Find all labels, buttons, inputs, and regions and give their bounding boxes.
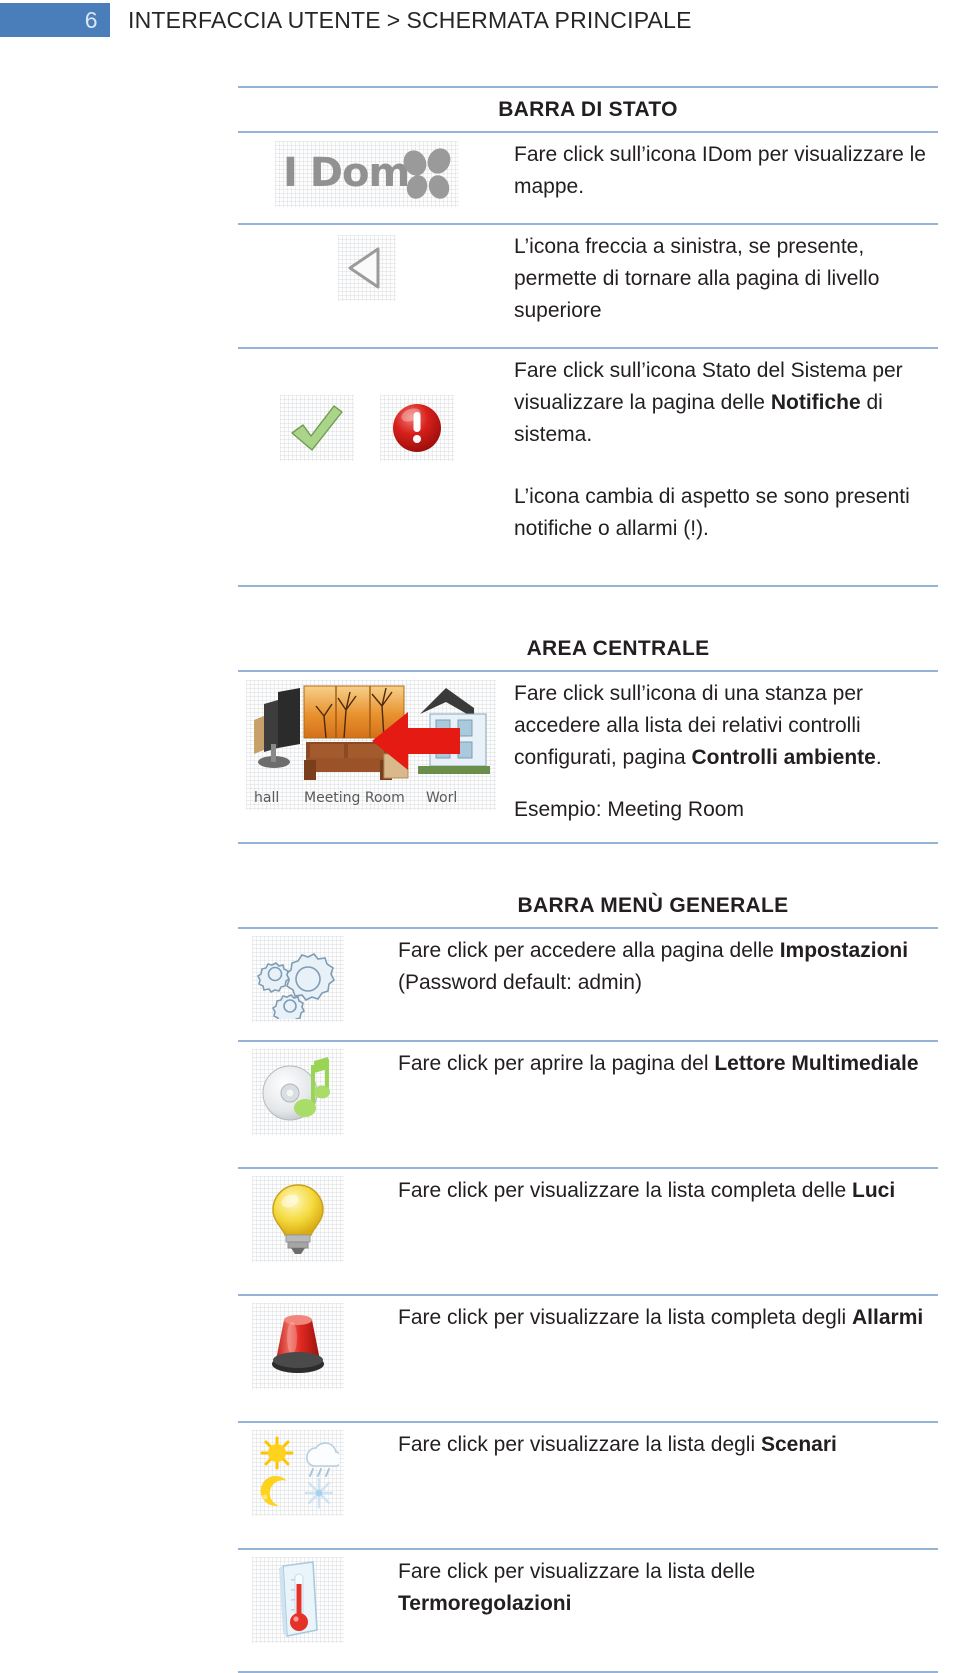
rooms-line1-c: . [875, 746, 882, 769]
breadcrumb-item-interfaccia-utente: INTERFACCIA UTENTE [128, 7, 381, 33]
table-row: Fare click sull’icona Stato del Sistema … [238, 349, 938, 551]
alarms-icon-cell [238, 1296, 378, 1389]
room-label-meeting-room: Meeting Room [304, 790, 405, 806]
back-arrow-icon-cell [238, 225, 496, 333]
rooms-icon-cell: hall Meeting Room Worl [238, 672, 496, 832]
green-check-icon[interactable] [280, 395, 354, 461]
room-label-hall: hall [254, 790, 280, 806]
system-status-line2: L’icona cambia di aspetto se sono presen… [514, 485, 910, 540]
light-bulb-icon[interactable] [252, 1176, 344, 1262]
lights-icon-cell [238, 1169, 378, 1262]
content-table: BARRA DI STATO I Dom Fare click sull’ico… [238, 86, 938, 1673]
lights-luci-bold: Luci [852, 1179, 896, 1202]
table-row: Fare click per visualizzare la lista del… [238, 1550, 938, 1643]
lights-description: Fare click per visualizzare la lista com… [378, 1169, 938, 1262]
idom-logo-text: I Dom [283, 150, 410, 196]
siren-alarm-icon[interactable] [252, 1303, 344, 1389]
settings-text-a: Fare click per accedere alla pagina dell… [398, 939, 780, 962]
table-row: L’icona freccia a sinistra, se presente,… [238, 225, 938, 333]
section-heading-general-menu: BARRA MENÙ GENERALE [517, 894, 789, 917]
room-label-work: Worl [426, 790, 458, 806]
section-heading-central-area: AREA CENTRALE [526, 637, 710, 660]
media-text-a: Fare click per aprire la pagina del [398, 1052, 715, 1075]
settings-password-note: (Password default: admin) [398, 971, 642, 994]
alarms-text-a: Fare click per visualizzare la lista com… [398, 1306, 853, 1329]
system-status-notifiche-bold: Notifiche [770, 391, 861, 414]
breadcrumb-item-schermata-principale: SCHERMATA PRINCIPALE [406, 7, 692, 33]
media-icon-cell [238, 1042, 378, 1135]
scenarios-scenari-bold: Scenari [760, 1433, 837, 1456]
page-header: 6 INTERFACCIA UTENTE > SCHERMATA PRINCIPAL… [0, 0, 960, 52]
table-row: Fare click per visualizzare la lista deg… [238, 1423, 938, 1516]
media-lettore-multimediale-bold: Lettore Multimediale [714, 1052, 919, 1075]
thermo-text-a: Fare click per visualizzare la lista del… [398, 1560, 756, 1583]
lights-text-a: Fare click per visualizzare la lista com… [398, 1179, 853, 1202]
alarms-description: Fare click per visualizzare la lista com… [378, 1296, 938, 1389]
thermo-termoregolazioni-bold: Termoregolazioni [398, 1592, 572, 1615]
table-row: Fare click per accedere alla pagina dell… [238, 929, 938, 1022]
settings-icon-cell [238, 929, 378, 1022]
gears-icon[interactable] [252, 936, 344, 1022]
idom-logo-icon[interactable]: I Dom [275, 141, 459, 207]
weather-scenarios-icon[interactable] [252, 1430, 344, 1516]
section-heading-status-bar: BARRA DI STATO [498, 98, 678, 121]
rooms-description: Fare click sull’icona di una stanza per … [496, 672, 938, 832]
alarms-allarmi-bold: Allarmi [852, 1306, 924, 1329]
table-row: Fare click per visualizzare la lista com… [238, 1296, 938, 1389]
thermometer-icon[interactable] [252, 1557, 344, 1643]
thermo-icon-cell [238, 1550, 378, 1643]
breadcrumb: INTERFACCIA UTENTE > SCHERMATA PRINCIPALE [128, 4, 692, 36]
system-status-icon-cell [238, 349, 496, 551]
page-number-badge: 6 [0, 3, 110, 37]
thermo-description: Fare click per visualizzare la lista del… [378, 1550, 938, 1643]
idom-description: Fare click sull’icona IDom per visualizz… [514, 143, 926, 198]
breadcrumb-separator-icon: > [386, 7, 401, 33]
cd-music-note-icon[interactable] [252, 1049, 344, 1135]
table-row: I Dom Fare click sull’icona IDom per vis… [238, 133, 938, 209]
table-row: Fare click per visualizzare la lista com… [238, 1169, 938, 1262]
rooms-carousel-icon[interactable]: hall Meeting Room Worl [246, 680, 496, 810]
rooms-controlli-ambiente-bold: Controlli ambiente [691, 746, 876, 769]
red-exclamation-icon[interactable] [380, 395, 454, 461]
scenarios-description: Fare click per visualizzare la lista deg… [378, 1423, 938, 1516]
settings-description: Fare click per accedere alla pagina dell… [378, 929, 938, 1022]
idom-icon-cell: I Dom [238, 133, 496, 209]
table-row: hall Meeting Room Worl Fare click sull’i… [238, 672, 938, 832]
back-arrow-description: L’icona freccia a sinistra, se presente,… [514, 235, 880, 322]
media-description: Fare click per aprire la pagina del Lett… [378, 1042, 938, 1135]
scenarios-text-a: Fare click per visualizzare la lista deg… [398, 1433, 761, 1456]
table-row: Fare click per aprire la pagina del Lett… [238, 1042, 938, 1135]
back-arrow-icon[interactable] [338, 235, 396, 301]
scenarios-icon-cell [238, 1423, 378, 1516]
settings-impostazioni-bold: Impostazioni [779, 939, 909, 962]
rooms-line2-example: Esempio: Meeting Room [514, 798, 744, 821]
system-status-description: Fare click sull’icona Stato del Sistema … [496, 349, 938, 551]
